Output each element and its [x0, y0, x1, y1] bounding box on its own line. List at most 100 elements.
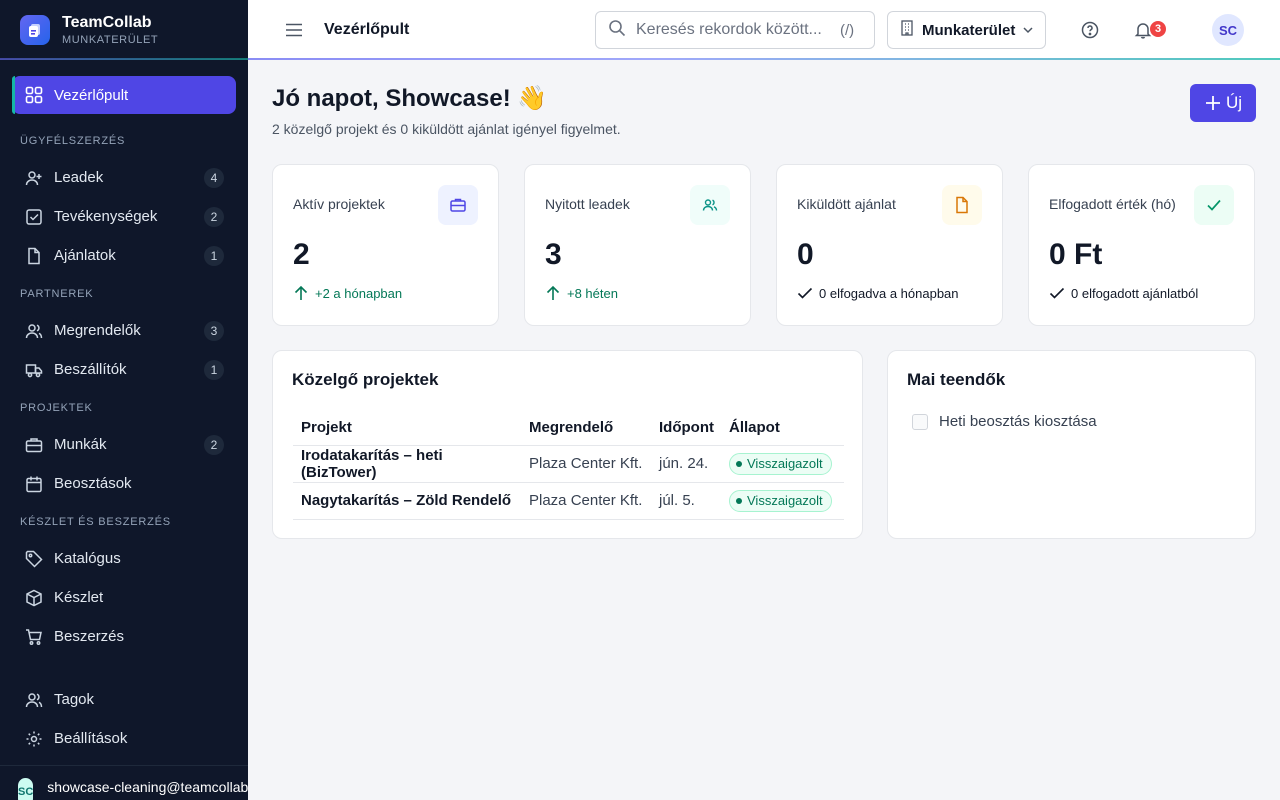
table-row[interactable]: Irodatakarítás – heti (BizTower) Plaza C… — [293, 445, 844, 483]
section-label-acquisition: ÜGYFÉLSZERZÉS — [20, 135, 126, 147]
sidebar-item-leads[interactable]: Leadek 4 — [12, 158, 236, 197]
stat-trend: 0 elfogadva a hónapban — [797, 285, 959, 301]
user-plus-icon — [24, 168, 44, 188]
sidebar: TeamCollab MUNKATERÜLET Vezérlőpult ÜGYF… — [0, 0, 248, 800]
new-button[interactable]: Új — [1190, 84, 1256, 122]
column-header[interactable]: Projekt — [293, 411, 521, 446]
sidebar-item-activities[interactable]: Tevékenységek 2 — [12, 197, 236, 236]
bell-icon[interactable]: 3 — [1131, 18, 1166, 42]
status-badge: Visszaigazolt — [729, 489, 832, 512]
table-header-row: Projekt Megrendelő Időpont Állapot — [293, 411, 844, 446]
sidebar-item-label: Megrendelők — [54, 322, 141, 339]
stat-label: Elfogadott érték (hó) — [1049, 196, 1176, 212]
sidebar-item-catalog[interactable]: Katalógus — [12, 539, 236, 578]
count-badge: 1 — [204, 359, 224, 380]
sidebar-item-quotes[interactable]: Ajánlatok 1 — [12, 236, 236, 275]
sidebar-item-suppliers[interactable]: Beszállítók 1 — [12, 350, 236, 389]
sidebar-item-label: Készlet — [54, 589, 104, 606]
user-email: showcase-cleaning@teamcollab — [47, 779, 248, 795]
sidebar-item-customers[interactable]: Megrendelők 3 — [12, 311, 236, 350]
calendar-icon — [24, 474, 44, 494]
sidebar-nav: Vezérlőpult ÜGYFÉLSZERZÉS Leadek 4 Tevék… — [0, 60, 248, 656]
box-icon — [24, 588, 44, 608]
stat-trend-text: 0 elfogadva a hónapban — [819, 285, 959, 301]
sidebar-item-settings[interactable]: Beállítások — [12, 719, 236, 758]
column-header[interactable]: Állapot — [721, 411, 844, 446]
stat-value: 2 — [293, 238, 310, 271]
plus-icon — [1204, 94, 1222, 112]
status-text: Visszaigazolt — [747, 456, 823, 471]
stat-value: 0 — [797, 238, 814, 271]
chevron-down-icon — [1021, 23, 1035, 37]
document-icon — [24, 246, 44, 266]
status-text: Visszaigazolt — [747, 493, 823, 508]
status-badge: Visszaigazolt — [729, 452, 832, 475]
stat-trend: +2 a hónapban — [293, 285, 402, 301]
project-name: Irodatakarítás – heti (BizTower) — [293, 445, 521, 483]
todo-label: Heti beosztás kiosztása — [939, 413, 1097, 430]
projects-table: Projekt Megrendelő Időpont Állapot Iroda… — [293, 411, 844, 520]
sidebar-bottom-nav: Tagok Beállítások — [12, 680, 236, 758]
column-header[interactable]: Időpont — [651, 411, 721, 446]
search-box: (/) — [595, 11, 875, 49]
column-header[interactable]: Megrendelő — [521, 411, 651, 446]
brand[interactable]: TeamCollab MUNKATERÜLET — [0, 0, 248, 60]
users-icon — [24, 321, 44, 341]
building-icon — [900, 20, 914, 40]
stat-card-accepted-value[interactable]: Elfogadott érték (hó) 0 Ft 0 elfogadott … — [1028, 164, 1255, 326]
stat-trend-text: +8 héten — [567, 285, 618, 301]
users-icon — [690, 185, 730, 225]
checkbox-icon — [24, 207, 44, 227]
user-menu[interactable]: SC showcase-cleaning@teamcollab — [0, 765, 248, 800]
briefcase-icon — [438, 185, 478, 225]
count-badge: 1 — [204, 245, 224, 266]
grid-icon — [24, 85, 44, 105]
section-label-projects: PROJEKTEK — [20, 402, 93, 414]
briefcase-icon — [24, 435, 44, 455]
section-label-partners: PARTNEREK — [20, 288, 94, 300]
menu-icon[interactable] — [282, 18, 306, 42]
sidebar-item-procurement[interactable]: Beszerzés — [12, 617, 236, 656]
table-row[interactable]: Nagytakarítás – Zöld Rendelő Plaza Cente… — [293, 482, 844, 520]
sidebar-item-dashboard[interactable]: Vezérlőpult — [12, 76, 236, 114]
sidebar-item-members[interactable]: Tagok — [12, 680, 236, 719]
search-icon — [608, 19, 626, 42]
stat-value: 3 — [545, 238, 562, 271]
sidebar-item-label: Beosztások — [54, 475, 132, 492]
brand-subtitle: MUNKATERÜLET — [62, 33, 159, 46]
app-logo-icon — [20, 14, 50, 45]
page-title: Vezérlőpult — [324, 21, 410, 38]
count-badge: 2 — [204, 434, 224, 455]
cart-icon — [24, 627, 44, 647]
search-input[interactable] — [636, 21, 836, 39]
sidebar-item-label: Beszállítók — [54, 361, 127, 378]
workspace-label: Munkaterület — [922, 21, 1016, 39]
topbar: Vezérlőpult (/) Munkaterület 3 SC — [248, 0, 1280, 60]
sidebar-item-label: Leadek — [54, 169, 104, 186]
sidebar-item-stock[interactable]: Készlet — [12, 578, 236, 617]
sidebar-item-label: Munkák — [54, 436, 107, 453]
stat-card-sent-quotes[interactable]: Kiküldött ajánlat 0 0 elfogadva a hónapb… — [776, 164, 1003, 326]
todo-checkbox[interactable] — [912, 413, 928, 430]
status-cell: Visszaigazolt — [721, 445, 844, 483]
stat-card-active-projects[interactable]: Aktív projektek 2 +2 a hónapban — [272, 164, 499, 326]
sidebar-item-label: Tagok — [54, 691, 95, 708]
arrow-up-icon — [293, 285, 309, 301]
avatar[interactable]: SC — [1212, 14, 1244, 46]
check-icon — [797, 285, 813, 301]
stat-trend: 0 elfogadott ajánlatból — [1049, 285, 1198, 301]
main-content: Jó napot, Showcase! 👋 2 közelgő projekt … — [248, 60, 1280, 800]
greeting-heading: Jó napot, Showcase! 👋 — [272, 85, 548, 112]
sidebar-item-schedules[interactable]: Beosztások — [12, 464, 236, 503]
client-name: Plaza Center Kft. — [521, 482, 651, 520]
greeting-subtitle: 2 közelgő projekt és 0 kiküldött ajánlat… — [272, 121, 621, 137]
stat-card-open-leads[interactable]: Nyitott leadek 3 +8 héten — [524, 164, 751, 326]
stat-trend-text: +2 a hónapban — [315, 285, 403, 301]
workspace-select[interactable]: Munkaterület — [887, 11, 1046, 49]
help-icon[interactable] — [1078, 18, 1102, 42]
avatar: SC — [18, 778, 34, 800]
card-title: Mai teendők — [907, 370, 1006, 389]
sidebar-item-jobs[interactable]: Munkák 2 — [12, 425, 236, 464]
project-date: jún. 24. — [651, 445, 721, 483]
todo-item[interactable]: Heti beosztás kiosztása — [912, 413, 1097, 430]
